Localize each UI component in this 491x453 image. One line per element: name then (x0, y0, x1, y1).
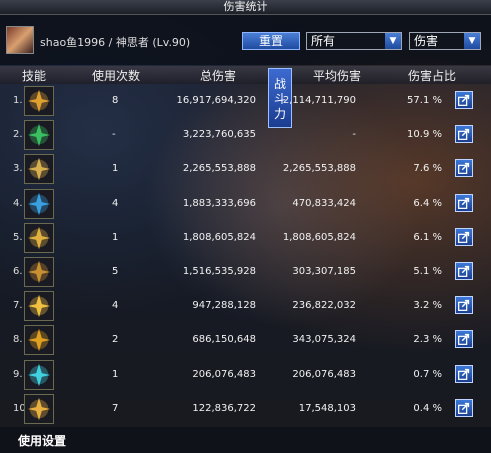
use-count: 7 (112, 402, 119, 414)
average-damage: 17,548,103 (298, 402, 356, 414)
blue-pillar-icon (24, 188, 54, 219)
damage-share: 0.7 % (413, 368, 442, 380)
row-index: 6. (13, 266, 23, 277)
green-spark-icon (24, 120, 54, 151)
settings-label[interactable]: 使用设置 (18, 432, 66, 449)
average-damage: - (352, 129, 356, 141)
average-damage: 206,076,483 (292, 368, 356, 380)
row-index: 4. (13, 197, 23, 209)
total-damage: 3,223,760,635 (182, 129, 256, 141)
winged-strike-icon (24, 154, 54, 185)
use-count: 8 (112, 95, 119, 106)
table-row[interactable]: 5. 1 1,808,605,824 1,808,605,824 6.1 % (0, 221, 491, 255)
row-index: 9. (13, 368, 23, 380)
damage-share: 0.4 % (413, 402, 442, 414)
window-title: 伤害统计 (0, 0, 491, 15)
average-damage: 2,114,711,790 (282, 95, 356, 106)
share-icon[interactable] (455, 91, 473, 109)
damage-share: 5.1 % (413, 266, 442, 277)
col-pct: 伤害占比 (408, 69, 457, 83)
chevron-down-icon: ▼ (385, 33, 401, 49)
average-damage: 470,833,424 (292, 197, 356, 209)
total-damage: 2,265,553,888 (182, 163, 256, 175)
share-icon[interactable] (455, 398, 473, 417)
damage-share: 2.3 % (413, 334, 442, 346)
row-index: 8. (13, 334, 23, 346)
share-icon[interactable] (455, 125, 473, 144)
row-index: 3. (13, 163, 23, 175)
average-damage: 303,307,185 (292, 266, 356, 277)
share-icon[interactable] (455, 296, 473, 315)
col-skill: 技能 (22, 69, 47, 83)
total-damage: 1,883,333,696 (182, 197, 256, 209)
damage-share: 7.6 % (413, 163, 442, 175)
use-count: 5 (112, 266, 119, 277)
table-row[interactable]: 10. 7 122,836,722 17,548,103 0.4 % (0, 392, 491, 426)
damage-share: 57.1 % (407, 95, 442, 106)
average-damage: 1,808,605,824 (282, 231, 356, 243)
share-icon[interactable] (455, 193, 473, 212)
column-headers: 技能 使用次数 总伤害 平均伤害 伤害占比 (0, 66, 491, 84)
golden-mech-icon (24, 257, 54, 287)
table-row[interactable]: 9. 1 206,076,483 206,076,483 0.7 % (0, 358, 491, 392)
character-name: shao鱼1996 / 神思者 (Lv.90) (40, 36, 191, 49)
share-icon[interactable] (455, 227, 473, 246)
col-total: 总伤害 (200, 69, 237, 83)
use-count: 4 (112, 300, 119, 312)
total-damage: 1,516,535,928 (182, 266, 256, 277)
row-index: 2. (13, 129, 23, 141)
use-count: 2 (112, 334, 119, 346)
average-damage: 2,265,553,888 (282, 163, 356, 175)
target-filter-select[interactable]: 所有 ▼ (306, 32, 402, 50)
use-count: 1 (112, 231, 119, 243)
average-damage: 343,075,324 (292, 334, 356, 346)
row-index: 7. (13, 300, 23, 312)
damage-share: 6.1 % (413, 231, 442, 243)
share-icon[interactable] (455, 330, 473, 349)
total-damage: 16,917,694,320 (176, 95, 256, 106)
average-damage: 236,822,032 (292, 300, 356, 312)
table-row[interactable]: 2. - 3,223,760,635 - 10.9 % (0, 118, 491, 152)
reset-button[interactable]: 重置 (242, 32, 300, 50)
share-icon[interactable] (455, 364, 473, 383)
table-row[interactable]: 3. 1 2,265,553,888 2,265,553,888 7.6 % (0, 152, 491, 186)
use-count: 1 (112, 163, 119, 175)
damage-share: 10.9 % (407, 129, 442, 141)
target-filter-value: 所有 (311, 34, 336, 48)
table-row[interactable]: 8. 2 686,150,648 343,075,324 2.3 % (0, 323, 491, 357)
damage-share: 6.4 % (413, 197, 442, 209)
lightning-burst-icon (24, 86, 54, 116)
golden-pillar-icon (24, 325, 54, 356)
golden-wheel-icon (24, 222, 54, 253)
type-filter-value: 伤害 (414, 34, 439, 48)
col-avg: 平均伤害 (313, 69, 362, 83)
table-row[interactable]: 6. 5 1,516,535,928 303,307,185 5.1 % (0, 255, 491, 289)
table-row[interactable]: 4. 4 1,883,333,696 470,833,424 6.4 % (0, 187, 491, 221)
use-count: - (112, 129, 116, 141)
damage-share: 3.2 % (413, 300, 442, 312)
row-index: 1. (13, 95, 23, 106)
type-filter-select[interactable]: 伤害 ▼ (409, 32, 481, 50)
footer-bar (0, 427, 491, 453)
share-icon[interactable] (455, 159, 473, 178)
total-damage: 947,288,128 (192, 300, 256, 312)
total-damage: 686,150,648 (192, 334, 256, 346)
use-count: 4 (112, 197, 119, 209)
golden-sword-icon (24, 393, 54, 424)
table-row[interactable]: 7. 4 947,288,128 236,822,032 3.2 % (0, 289, 491, 323)
use-count: 1 (112, 368, 119, 380)
col-count: 使用次数 (92, 69, 141, 83)
total-damage: 122,836,722 (192, 402, 256, 414)
radiant-cross-icon (24, 291, 54, 322)
share-icon[interactable] (455, 262, 473, 280)
total-damage: 1,808,605,824 (182, 231, 256, 243)
row-index: 5. (13, 231, 23, 243)
cyan-slash-icon (24, 359, 54, 390)
character-avatar (6, 26, 34, 54)
chevron-down-icon: ▼ (464, 33, 480, 49)
total-damage: 206,076,483 (192, 368, 256, 380)
table-row[interactable]: 1. 8 16,917,694,320 2,114,711,790 57.1 % (0, 84, 491, 118)
